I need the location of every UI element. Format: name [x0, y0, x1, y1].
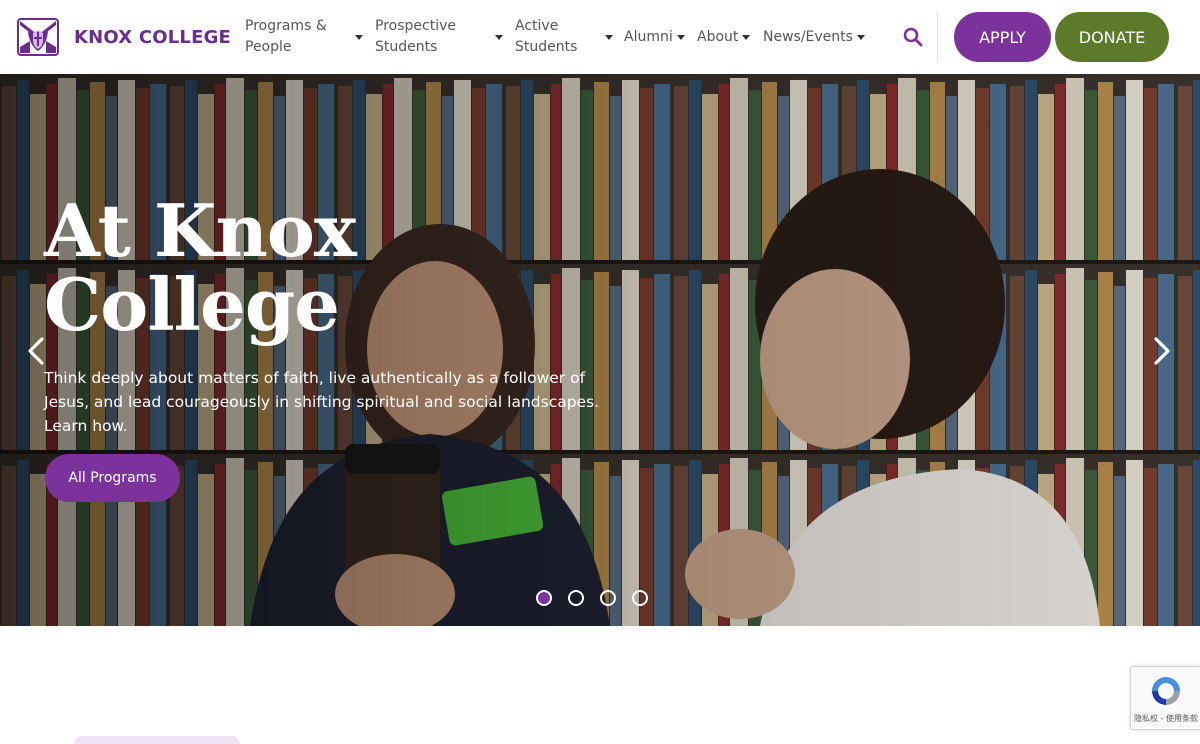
nav-label: About: [697, 28, 739, 45]
site-logo[interactable]: KNOX COLLEGE: [14, 17, 231, 57]
hero-carousel: At Knox College Think deeply about matte…: [0, 74, 1200, 626]
nav-prospective-students[interactable]: Prospective Students: [375, 0, 503, 74]
nav-active-students[interactable]: Active Students: [515, 0, 613, 74]
site-header: KNOX COLLEGE Programs & People Prospecti…: [0, 0, 1200, 74]
recaptcha-terms[interactable]: 隐私权 - 使用条款: [1131, 713, 1200, 724]
header-divider: [937, 12, 938, 62]
nav-programs-people[interactable]: Programs & People: [245, 0, 363, 74]
caret-down-icon: [605, 35, 613, 40]
carousel-dot-4[interactable]: [632, 590, 648, 606]
hero-title: At Knox College: [44, 188, 357, 347]
recaptcha-badge[interactable]: 隐私权 - 使用条款: [1130, 666, 1200, 730]
nav-label: Prospective Students: [375, 18, 456, 55]
nav-alumni[interactable]: Alumni: [624, 0, 685, 74]
nav-about[interactable]: About: [697, 0, 751, 74]
recaptcha-icon: [1152, 677, 1180, 705]
caret-down-icon: [355, 35, 363, 40]
search-icon[interactable]: [902, 26, 924, 48]
donate-button[interactable]: DONATE: [1055, 12, 1169, 62]
carousel-dot-2[interactable]: [568, 590, 584, 606]
caret-down-icon: [495, 35, 503, 40]
chevron-right-icon[interactable]: [1146, 334, 1176, 368]
knox-crest-logo: [17, 18, 59, 56]
nav-news-events[interactable]: News/Events: [763, 0, 865, 74]
nav-label: Programs & People: [245, 18, 327, 55]
brand-name: KNOX COLLEGE: [74, 26, 232, 48]
section-tab-peek: [74, 736, 240, 744]
caret-down-icon: [676, 34, 685, 40]
hero-overlay: [0, 74, 1200, 626]
hero-description: Think deeply about matters of faith, liv…: [44, 369, 600, 435]
nav-label: Alumni: [624, 28, 673, 45]
all-programs-button[interactable]: All Programs: [45, 454, 180, 502]
nav-label: Active Students: [515, 18, 578, 55]
caret-down-icon: [742, 34, 751, 40]
caret-down-icon: [856, 34, 865, 40]
carousel-dot-1[interactable]: [536, 590, 552, 606]
apply-button[interactable]: APPLY: [954, 12, 1051, 62]
content-section: 隐私权 - 使用条款: [0, 626, 1200, 744]
nav-label: News/Events: [763, 28, 853, 45]
carousel-dot-3[interactable]: [600, 590, 616, 606]
carousel-indicators: [536, 590, 664, 606]
chevron-left-icon[interactable]: [22, 334, 52, 368]
